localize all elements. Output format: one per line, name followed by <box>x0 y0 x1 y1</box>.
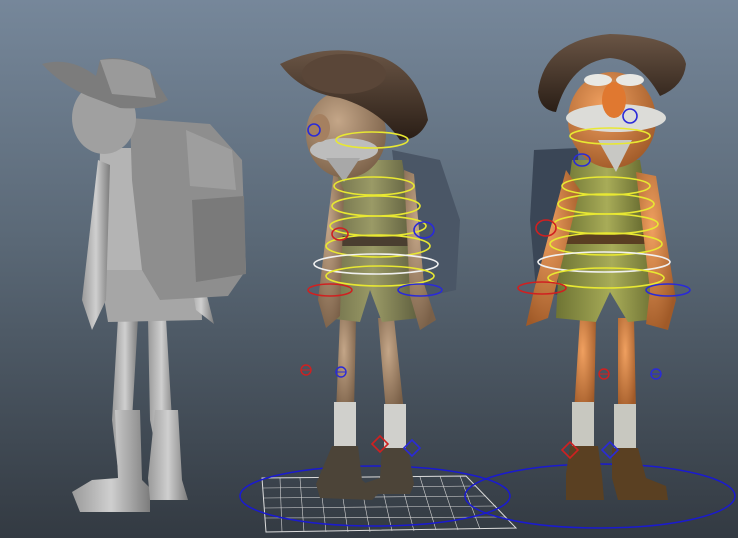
grey-model[interactable] <box>42 58 246 512</box>
maya-viewport[interactable] <box>0 0 738 538</box>
viewport-canvas[interactable] <box>0 0 738 538</box>
